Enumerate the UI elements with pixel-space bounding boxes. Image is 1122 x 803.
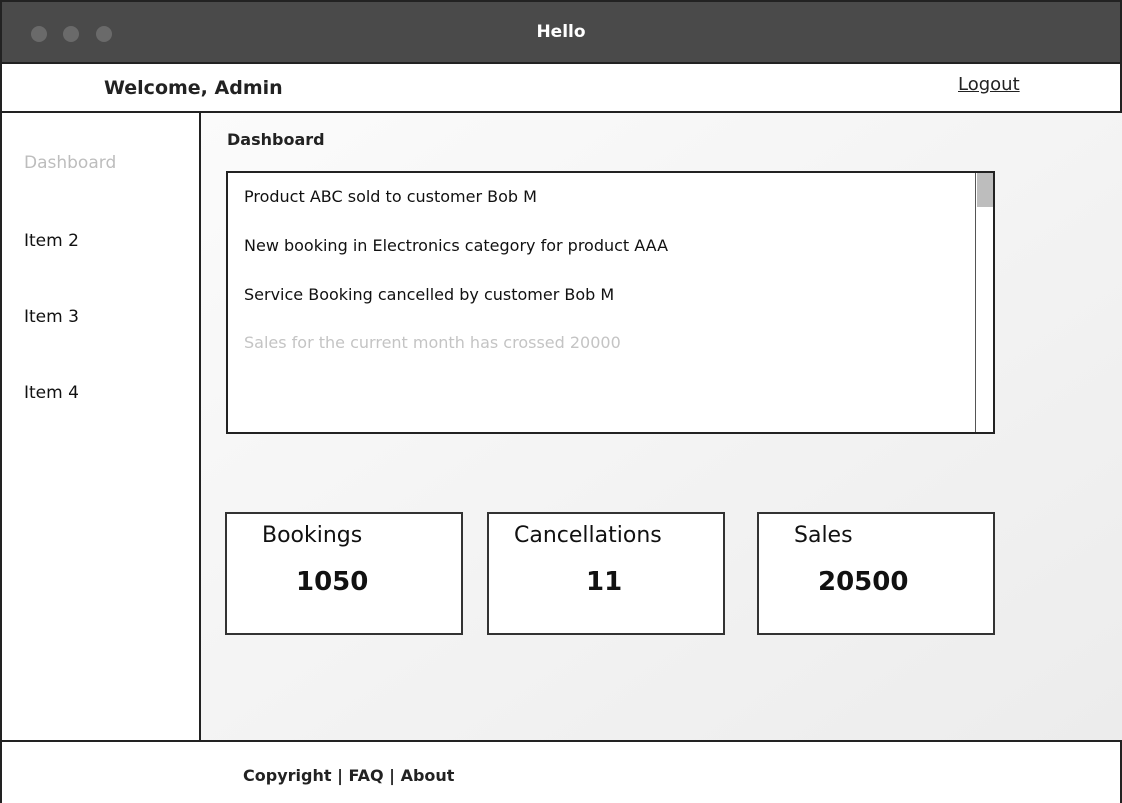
sidebar-item-3[interactable]: Item 3 [24, 307, 79, 327]
footer-separator: | [389, 766, 395, 785]
activity-list[interactable]: Product ABC sold to customer Bob M New b… [226, 171, 995, 434]
header: Welcome, Admin Logout [2, 64, 1120, 113]
cancellations-label: Cancellations [514, 523, 662, 548]
faq-link[interactable]: FAQ [348, 766, 383, 785]
sales-label: Sales [794, 523, 853, 548]
sidebar-item-2[interactable]: Item 2 [24, 231, 79, 251]
cancellations-value: 11 [586, 567, 623, 597]
cancellations-card: Cancellations 11 [487, 512, 725, 635]
copyright-link[interactable]: Copyright [243, 766, 331, 785]
sales-value: 20500 [818, 567, 909, 597]
sales-card: Sales 20500 [757, 512, 995, 635]
activity-scrollbar[interactable] [975, 173, 993, 432]
sidebar-item-4[interactable]: Item 4 [24, 383, 79, 403]
list-item: Service Booking cancelled by customer Bo… [244, 285, 615, 304]
sidebar: Dashboard Item 2 Item 3 Item 4 [2, 113, 201, 740]
sidebar-item-dashboard[interactable]: Dashboard [24, 153, 116, 173]
list-item: Product ABC sold to customer Bob M [244, 187, 537, 206]
list-item: New booking in Electronics category for … [244, 236, 669, 255]
bookings-value: 1050 [296, 567, 369, 597]
welcome-text: Welcome, Admin [104, 77, 283, 99]
logout-link[interactable]: Logout [958, 74, 1020, 95]
scroll-thumb[interactable] [977, 173, 993, 207]
footer: Copyright | FAQ | About [2, 740, 1120, 803]
about-link[interactable]: About [401, 766, 455, 785]
window-title: Hello [536, 22, 586, 42]
list-item: Sales for the current month has crossed … [244, 333, 621, 352]
app-window: Hello Welcome, Admin Logout Dashboard It… [0, 0, 1122, 803]
page-title: Dashboard [227, 130, 325, 149]
footer-separator: | [337, 766, 343, 785]
bookings-card: Bookings 1050 [225, 512, 463, 635]
title-bar: Hello [2, 2, 1120, 64]
footer-links: Copyright | FAQ | About [243, 766, 454, 785]
main-content: Dashboard Product ABC sold to customer B… [201, 113, 1122, 740]
bookings-label: Bookings [262, 523, 363, 548]
